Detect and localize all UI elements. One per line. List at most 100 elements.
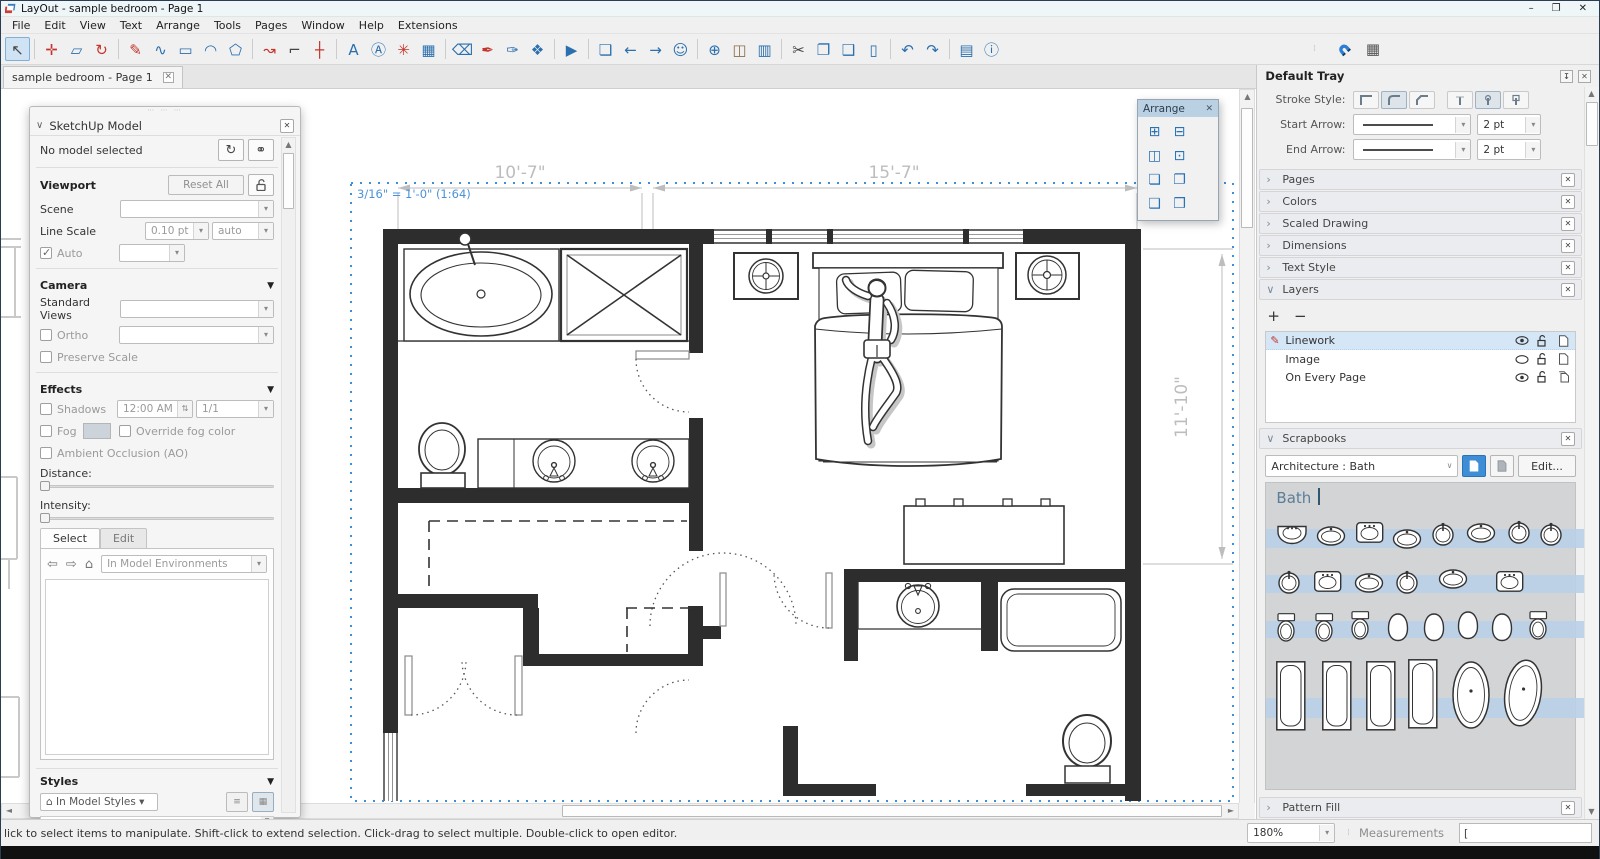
arrange-palette-header[interactable]: Arrange ✕: [1138, 100, 1218, 117]
tool-polygon-icon[interactable]: ⬠: [223, 37, 248, 61]
minimize-button[interactable]: –: [1529, 2, 1534, 16]
tool-presentation-icon[interactable]: ▶: [559, 37, 584, 61]
distance-slider[interactable]: [40, 480, 274, 492]
tab-close-icon[interactable]: ✕: [163, 72, 174, 83]
menu-arrange[interactable]: Arrange: [149, 18, 207, 33]
ortho-dropdown[interactable]: ▾: [119, 326, 274, 344]
reset-all-button[interactable]: Reset All: [168, 175, 244, 195]
tool-move-icon[interactable]: ✛: [39, 37, 64, 61]
tool-split-icon[interactable]: ┼: [307, 37, 332, 61]
arrange-space-vertically-icon[interactable]: ⊡: [1168, 145, 1191, 167]
section-pattern-fill-close-icon[interactable]: ✕: [1561, 801, 1575, 815]
tool-previous-page-icon[interactable]: ←: [618, 37, 643, 61]
styles-list[interactable]: ▼: [40, 816, 274, 819]
override-fog-checkbox[interactable]: [119, 425, 131, 437]
tool-curve-icon[interactable]: ↝: [257, 37, 282, 61]
arrange-send-backward-icon[interactable]: ❑: [1143, 193, 1166, 215]
close-button[interactable]: ✕: [1579, 2, 1587, 16]
fog-checkbox[interactable]: [40, 425, 52, 437]
scrapbook-document-icon[interactable]: [1490, 455, 1514, 477]
sketchup-model-header[interactable]: ∨ SketchUp Model ✕: [30, 116, 300, 136]
panel-scroll-thumb[interactable]: [283, 153, 294, 209]
tool-redo-icon[interactable]: ↷: [920, 37, 945, 61]
tool-zoom-in-icon[interactable]: ⊕: [702, 37, 727, 61]
tool-eraser-icon[interactable]: ⌫: [450, 37, 475, 61]
env-back-icon[interactable]: ⇦: [47, 557, 58, 572]
add-layer-button[interactable]: +: [1267, 307, 1280, 325]
stroke-round-cap-icon[interactable]: [1475, 91, 1501, 109]
menu-file[interactable]: File: [5, 18, 37, 33]
tool-pen-icon[interactable]: ✑: [500, 37, 525, 61]
styles-grid-view-icon[interactable]: ▦: [252, 792, 274, 812]
link-model-icon[interactable]: ⚭: [248, 139, 274, 161]
tray-close-icon[interactable]: ✕: [1578, 70, 1591, 83]
shadow-date-dropdown[interactable]: 1/1▾: [196, 400, 274, 418]
drawing-canvas[interactable]: 10'-7" 15'-7" 11'-10" 3/16" = 1'-0" (1:6…: [1, 89, 1256, 819]
section-scrapbooks[interactable]: ∨Scrapbooks✕: [1259, 428, 1582, 449]
intensity-slider[interactable]: [40, 512, 274, 524]
tray-scroll-thumb[interactable]: [1586, 102, 1598, 146]
ortho-checkbox[interactable]: [40, 329, 52, 341]
distance-slider-thumb[interactable]: [40, 481, 50, 491]
arrange-center-horizontally-icon[interactable]: ⊞: [1143, 121, 1166, 143]
tool-label-icon[interactable]: Ⓐ: [366, 37, 391, 61]
fog-color-swatch[interactable]: [83, 423, 111, 439]
camera-collapse-icon[interactable]: ▼: [267, 281, 274, 291]
tool-copy-icon[interactable]: ❐: [811, 37, 836, 61]
standard-views-dropdown[interactable]: ▾: [120, 300, 274, 318]
tray-scroll-down-icon[interactable]: ▼: [1585, 805, 1598, 819]
section-layers-close-icon[interactable]: ✕: [1561, 283, 1575, 297]
line-scale-value-dropdown[interactable]: 0.10 pt▾: [145, 222, 209, 240]
intensity-slider-thumb[interactable]: [40, 513, 50, 523]
layer-unlocked-icon[interactable]: [1535, 335, 1550, 347]
tool-scatter-icon[interactable]: ✳: [391, 37, 416, 61]
section-pages[interactable]: ›Pages✕: [1259, 169, 1582, 190]
stroke-miter-join-icon[interactable]: [1353, 91, 1379, 109]
styles-dropdown[interactable]: ⌂ In Model Styles ▾: [40, 793, 158, 811]
stroke-square-cap-icon[interactable]: [1503, 91, 1529, 109]
tool-print-icon[interactable]: ▤: [954, 37, 979, 61]
auto-dropdown[interactable]: ▾: [119, 244, 185, 262]
scene-dropdown[interactable]: ▾: [120, 200, 274, 218]
ao-checkbox[interactable]: [40, 447, 52, 459]
panel-scrollbar[interactable]: ▲: [281, 137, 296, 813]
menu-edit[interactable]: Edit: [37, 18, 72, 33]
grid-snap-icon[interactable]: ▦: [1361, 37, 1385, 61]
panel-close-icon[interactable]: ✕: [280, 119, 294, 133]
section-text-style[interactable]: ›Text Style✕: [1259, 257, 1582, 278]
remove-layer-button[interactable]: −: [1294, 307, 1307, 325]
tool-table-icon[interactable]: ▦: [416, 37, 441, 61]
layer-row-linework[interactable]: ✎ Linework: [1266, 332, 1575, 350]
tool-info-icon[interactable]: ⓘ: [979, 37, 1004, 61]
scroll-left-icon[interactable]: ◄: [2, 804, 16, 818]
menu-window[interactable]: Window: [294, 18, 351, 33]
arrange-center-vertically-icon[interactable]: ⊟: [1168, 121, 1191, 143]
tool-line-icon[interactable]: ✎: [123, 37, 148, 61]
stroke-round-join-icon[interactable]: [1381, 91, 1407, 109]
tab-edit[interactable]: Edit: [100, 528, 147, 548]
scroll-right-icon[interactable]: ►: [1224, 804, 1238, 818]
vertical-scroll-thumb[interactable]: [1241, 108, 1253, 228]
panel-scroll-up-icon[interactable]: ▲: [282, 138, 295, 152]
tool-rectangle-icon[interactable]: ▭: [173, 37, 198, 61]
tool-select-icon[interactable]: ↖: [5, 37, 30, 61]
collapse-chevron-icon[interactable]: ∨: [36, 120, 43, 131]
section-text-style-close-icon[interactable]: ✕: [1561, 261, 1575, 275]
layer-row-image[interactable]: Image: [1266, 350, 1575, 368]
menu-pages[interactable]: Pages: [248, 18, 294, 33]
layer-unlocked-icon[interactable]: [1535, 371, 1550, 383]
tool-arc-icon[interactable]: ◠: [198, 37, 223, 61]
arrange-send-to-back-icon[interactable]: ❒: [1168, 193, 1191, 215]
tool-pattern-icon[interactable]: ❖: [525, 37, 550, 61]
tool-paste-icon[interactable]: ❑: [836, 37, 861, 61]
scrapbook-preview[interactable]: Bath: [1265, 482, 1576, 790]
menu-tools[interactable]: Tools: [207, 18, 248, 33]
tool-author-icon[interactable]: ☺: [668, 37, 693, 61]
end-arrow-style-dropdown[interactable]: ▾: [1353, 139, 1471, 160]
styles-list-view-icon[interactable]: ≡: [226, 792, 248, 812]
layer-row-on-every-page[interactable]: On Every Page: [1266, 368, 1575, 386]
environments-dropdown[interactable]: In Model Environments▾: [101, 555, 267, 573]
menu-help[interactable]: Help: [352, 18, 391, 33]
section-scaled-drawing[interactable]: ›Scaled Drawing✕: [1259, 213, 1582, 234]
panel-drag-handle[interactable]: ⋯ ⋯ ⋯: [30, 107, 300, 116]
